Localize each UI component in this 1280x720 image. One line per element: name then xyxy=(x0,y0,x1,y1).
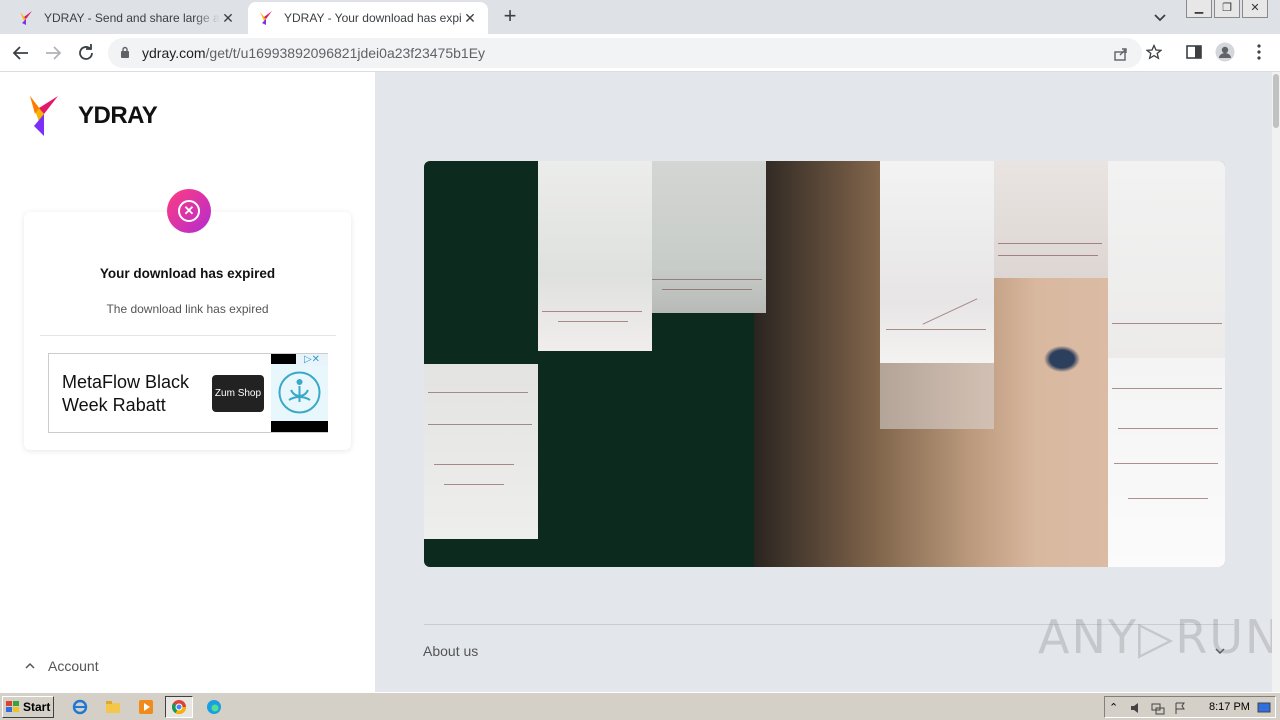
ydray-favicon-icon xyxy=(20,11,32,25)
ydray-logo-icon xyxy=(30,96,58,136)
sketch-tile xyxy=(880,161,994,363)
error-title: Your download has expired xyxy=(99,266,276,281)
sketch-tile xyxy=(538,161,652,351)
start-button[interactable]: Start xyxy=(2,696,54,718)
ydray-favicon-icon xyxy=(260,11,272,25)
forward-arrow-icon[interactable] xyxy=(42,42,64,64)
volume-icon[interactable] xyxy=(1129,701,1143,715)
sketch-overlay-tile xyxy=(880,363,994,429)
new-tab-button[interactable]: + xyxy=(498,5,522,29)
bookmark-star-icon[interactable] xyxy=(1146,44,1162,60)
browser-tab-bar: YDRAY - Send and share large and big fil… xyxy=(0,0,1280,34)
tab-close-icon[interactable]: ✕ xyxy=(462,10,478,27)
sketch-tile xyxy=(424,364,538,539)
restore-icon[interactable]: ❐ xyxy=(1214,0,1240,18)
account-label: Account xyxy=(48,658,99,674)
window-close-icon[interactable]: ✕ xyxy=(1242,0,1268,18)
browser-tab-send-files[interactable]: YDRAY - Send and share large and big fil… xyxy=(8,2,246,34)
menu-kebab-icon[interactable] xyxy=(1249,42,1269,62)
ad-headline[interactable]: MetaFlow Black Week Rabatt xyxy=(62,371,202,417)
page-scrollbar[interactable] xyxy=(1272,72,1280,692)
tab-title: YDRAY - Send and share large and big fil… xyxy=(44,11,220,25)
url-text: ydray.com/get/t/u16993892096821jdei0a23f… xyxy=(142,45,485,61)
meditation-figure-icon xyxy=(278,371,321,414)
url-host: ydray.com xyxy=(142,45,206,61)
browser-toolbar: ydray.com/get/t/u16993892096821jdei0a23f… xyxy=(0,34,1280,72)
card-divider xyxy=(40,335,336,336)
tab-title: YDRAY - Your download has expired xyxy=(284,11,462,25)
action-center-flag-icon[interactable] xyxy=(1173,701,1187,715)
taskbar-explorer-icon[interactable] xyxy=(99,696,127,718)
ad-brand-logo xyxy=(271,364,328,421)
show-desktop-icon[interactable] xyxy=(1257,701,1271,715)
anyrun-watermark: ANY▷RUN xyxy=(1038,610,1280,664)
back-arrow-icon[interactable] xyxy=(10,42,32,64)
error-badge: ✕ xyxy=(167,189,211,233)
page-content: YDRAY ✕ Your download has expired The do… xyxy=(0,72,1280,692)
hero-image xyxy=(424,161,1225,567)
tab-search-chevron-icon[interactable] xyxy=(1150,7,1170,27)
network-icon[interactable] xyxy=(1151,701,1165,715)
taskbar-chrome-icon[interactable] xyxy=(165,696,193,718)
sidebar-panel: YDRAY ✕ Your download has expired The do… xyxy=(0,72,375,692)
chevron-up-icon xyxy=(25,662,35,669)
share-icon[interactable] xyxy=(1113,46,1129,62)
side-panel-icon[interactable] xyxy=(1184,42,1204,62)
system-tray: ⌃ 8:17 PM xyxy=(1104,696,1276,718)
close-circle-icon: ✕ xyxy=(178,200,200,222)
window-controls: ▁ ❐ ✕ xyxy=(1184,0,1268,18)
adchoices-icon[interactable]: ▷✕ xyxy=(296,354,328,366)
error-subtitle: The download link has expired xyxy=(106,302,269,316)
tab-close-icon[interactable]: ✕ xyxy=(220,10,236,27)
sketch-tile xyxy=(652,161,766,313)
windows-flag-icon xyxy=(6,701,19,712)
taskbar-edge-icon[interactable] xyxy=(200,696,228,718)
minimize-icon[interactable]: ▁ xyxy=(1186,0,1212,18)
sketch-tile xyxy=(1108,161,1225,358)
ydray-logo[interactable]: YDRAY xyxy=(30,96,158,136)
ad-banner[interactable]: MetaFlow Black Week Rabatt Zum Shop ▷✕ xyxy=(48,353,328,433)
browser-tab-download-expired[interactable]: YDRAY - Your download has expired ✕ xyxy=(248,2,488,34)
windows-taskbar: Start ⌃ 8:17 PM xyxy=(0,692,1280,720)
ad-cta-button[interactable]: Zum Shop xyxy=(212,375,264,412)
account-toggle[interactable]: Account xyxy=(24,658,99,674)
start-label: Start xyxy=(23,700,51,714)
profile-avatar-icon[interactable] xyxy=(1215,42,1235,62)
taskbar-clock[interactable]: 8:17 PM xyxy=(1209,701,1250,713)
address-bar[interactable]: ydray.com/get/t/u16993892096821jdei0a23f… xyxy=(108,38,1142,68)
scrollbar-thumb[interactable] xyxy=(1273,74,1279,128)
taskbar-ie-icon[interactable] xyxy=(66,696,94,718)
url-path: /get/t/u16993892096821jdei0a23f23475b1Ey xyxy=(205,45,486,61)
lock-icon[interactable] xyxy=(120,46,130,58)
tray-expand-icon[interactable]: ⌃ xyxy=(1109,701,1123,715)
brand-name: YDRAY xyxy=(78,102,158,129)
sketch-tile xyxy=(1108,358,1225,567)
taskbar-media-player-icon[interactable] xyxy=(132,696,160,718)
about-us-link[interactable]: About us xyxy=(423,643,478,659)
sketch-tile xyxy=(994,161,1108,278)
reload-icon[interactable] xyxy=(75,42,97,64)
